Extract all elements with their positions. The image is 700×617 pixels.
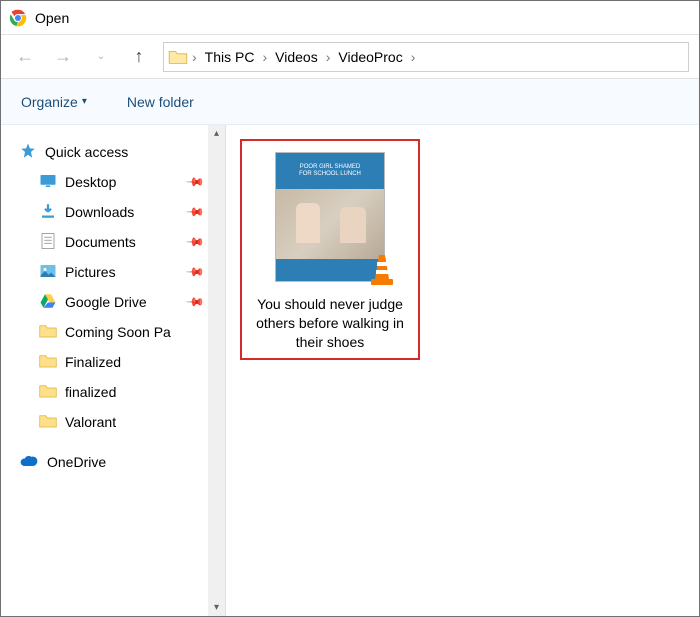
pin-icon: 📌 [185,202,205,222]
sidebar-item-downloads[interactable]: Downloads 📌 [9,197,209,227]
breadcrumb-segment[interactable]: This PC [199,49,261,65]
chevron-down-icon: ▾ [82,96,87,107]
sidebar-item-label: Documents [65,234,136,250]
new-folder-button[interactable]: New folder [127,94,194,110]
downloads-icon [39,202,57,223]
recent-dropdown[interactable]: ⌄ [87,43,115,71]
pin-icon: 📌 [185,262,205,282]
breadcrumb-segment[interactable]: VideoProc [332,49,408,65]
chrome-icon [9,9,27,27]
sidebar-item-label: Valorant [65,414,116,430]
file-pane[interactable]: POOR GIRL SHAMED FOR SCHOOL LUNCH You sh… [226,125,699,616]
folder-icon [39,412,57,433]
sidebar-item-folder[interactable]: Finalized [9,347,209,377]
sidebar-item-folder[interactable]: finalized [9,377,209,407]
documents-icon [39,232,57,253]
scroll-track[interactable] [208,142,225,599]
titlebar: Open [1,1,699,35]
nav-bar: ← → ⌄ ↑ › This PC › Videos › VideoProc › [1,35,699,79]
folder-icon [39,352,57,373]
sidebar-item-label: Pictures [65,264,116,280]
quick-access[interactable]: Quick access [9,137,209,167]
sidebar-item-label: finalized [65,384,116,400]
pin-icon: 📌 [185,292,205,312]
sidebar-item-label: Finalized [65,354,121,370]
pictures-icon [39,262,57,283]
sidebar: Quick access Desktop 📌 Downloads 📌 Docum… [1,125,226,616]
star-icon [19,142,37,163]
file-thumbnail: POOR GIRL SHAMED FOR SCHOOL LUNCH [255,147,405,287]
thumb-photo [276,189,384,259]
pin-icon: 📌 [185,172,205,192]
desktop-icon [39,172,57,193]
sidebar-item-pictures[interactable]: Pictures 📌 [9,257,209,287]
chevron-right-icon: › [260,49,269,65]
breadcrumb[interactable]: › This PC › Videos › VideoProc › [163,42,689,72]
back-button[interactable]: ← [11,43,39,71]
organize-label: Organize [21,94,78,110]
sidebar-item-folder[interactable]: Coming Soon Pa [9,317,209,347]
chevron-right-icon: › [409,49,418,65]
thumb-banner-line2: FOR SCHOOL LUNCH [299,171,361,178]
folder-icon [39,382,57,403]
sidebar-item-label: OneDrive [47,454,106,470]
sidebar-scrollbar[interactable]: ▴ ▾ [208,125,225,616]
window-title: Open [35,10,69,26]
sidebar-item-label: Google Drive [65,294,147,310]
toolbar: Organize ▾ New folder [1,79,699,125]
new-folder-label: New folder [127,94,194,110]
sidebar-item-label: Downloads [65,204,134,220]
sidebar-item-onedrive[interactable]: OneDrive [9,447,209,477]
chevron-right-icon: › [190,49,199,65]
up-button[interactable]: ↑ [125,43,153,71]
thumb-banner-line1: POOR GIRL SHAMED [300,164,360,171]
quick-access-label: Quick access [45,144,128,160]
forward-button[interactable]: → [49,43,77,71]
sidebar-item-documents[interactable]: Documents 📌 [9,227,209,257]
sidebar-item-label: Desktop [65,174,116,190]
nav-tree: Quick access Desktop 📌 Downloads 📌 Docum… [1,125,209,489]
content-area: Quick access Desktop 📌 Downloads 📌 Docum… [1,125,699,616]
pin-icon: 📌 [185,232,205,252]
open-dialog-window: Open ← → ⌄ ↑ › This PC › Videos › VideoP… [0,0,700,617]
sidebar-item-desktop[interactable]: Desktop 📌 [9,167,209,197]
file-item-selected[interactable]: POOR GIRL SHAMED FOR SCHOOL LUNCH You sh… [240,139,420,360]
breadcrumb-segment[interactable]: Videos [269,49,324,65]
folder-icon [39,322,57,343]
folder-icon [168,49,188,65]
chevron-right-icon: › [324,49,333,65]
sidebar-item-folder[interactable]: Valorant [9,407,209,437]
sidebar-item-label: Coming Soon Pa [65,324,171,340]
google-drive-icon [39,292,57,313]
thumb-banner: POOR GIRL SHAMED FOR SCHOOL LUNCH [276,153,384,189]
file-name: You should never judge others before wal… [248,295,412,352]
onedrive-icon [19,454,39,471]
organize-button[interactable]: Organize ▾ [21,94,87,110]
scroll-up-icon[interactable]: ▴ [208,125,225,142]
vlc-icon [367,253,397,287]
scroll-down-icon[interactable]: ▾ [208,599,225,616]
sidebar-item-google-drive[interactable]: Google Drive 📌 [9,287,209,317]
